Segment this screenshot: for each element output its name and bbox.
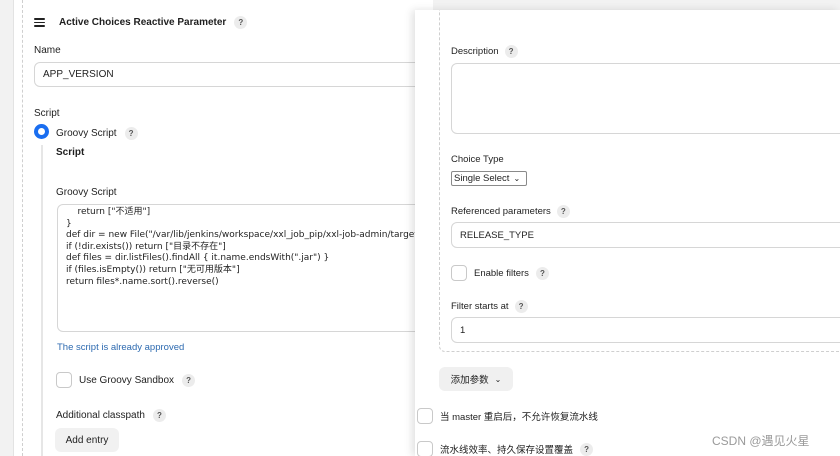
- filter-starts-label-row: Filter starts at?: [451, 300, 528, 313]
- code-line: if (files.isEmpty()) return ["无可用版本"]: [66, 264, 240, 275]
- add-entry-button[interactable]: Add entry: [55, 428, 119, 452]
- name-label: Name: [34, 45, 61, 56]
- add-parameter-button[interactable]: 添加参数 ⌄: [439, 367, 513, 391]
- description-label-row: Description?: [451, 45, 518, 58]
- groovy-script-radio[interactable]: [34, 124, 49, 139]
- enable-filters-checkbox[interactable]: [451, 265, 467, 281]
- classpath-label: Additional classpath: [56, 410, 145, 422]
- script-heading: Script: [56, 147, 85, 158]
- help-icon[interactable]: ?: [504, 45, 518, 58]
- watermark: CSDN @遇见火星: [712, 434, 810, 448]
- parameter-config-panel: Active Choices Reactive Parameter ? Name…: [13, 0, 433, 456]
- script-label: Script: [34, 108, 60, 119]
- help-icon[interactable]: ?: [580, 442, 594, 456]
- pipeline-speed-option: 流水线效率、持久保存设置覆盖 ?: [417, 441, 594, 456]
- help-icon[interactable]: ?: [234, 16, 248, 29]
- parameter-header: Active Choices Reactive Parameter ?: [34, 16, 248, 29]
- code-line: return ["不适用"]: [66, 207, 151, 217]
- filter-starts-label: Filter starts at: [451, 301, 509, 313]
- help-icon[interactable]: ?: [124, 127, 138, 140]
- help-icon[interactable]: ?: [535, 266, 549, 280]
- master-restart-checkbox[interactable]: [417, 408, 433, 424]
- filter-starts-input[interactable]: 1: [451, 317, 840, 343]
- help-icon[interactable]: ?: [182, 373, 196, 387]
- choice-type-value: Single Select: [454, 173, 510, 184]
- code-line: if (!dir.exists()) return ["目录不存在"]: [66, 241, 226, 252]
- classpath-label-row: Additional classpath?: [56, 409, 166, 422]
- master-restart-option: 当 master 重启后，不允许恢复流水线: [417, 408, 598, 424]
- drag-handle-icon[interactable]: [34, 18, 45, 27]
- sandbox-label: Use Groovy Sandbox: [79, 374, 175, 386]
- groovy-script-radio-label: Groovy Script?: [56, 127, 138, 140]
- enable-filters-label: Enable filters: [474, 267, 529, 279]
- name-input[interactable]: APP_VERSION: [34, 62, 433, 87]
- pipeline-speed-label: 流水线效率、持久保存设置覆盖: [440, 445, 574, 456]
- code-line: }: [66, 218, 72, 229]
- script-approved-status: The script is already approved: [57, 342, 185, 353]
- description-textarea[interactable]: [451, 63, 840, 134]
- sandbox-checkbox[interactable]: [56, 372, 72, 388]
- groovy-script-label: Groovy Script: [56, 187, 117, 198]
- code-line: def dir = new File("/var/lib/jenkins/wor…: [66, 230, 426, 241]
- enable-filters-option: Enable filters ?: [451, 265, 549, 281]
- chevron-down-icon: ⌄: [494, 374, 502, 384]
- help-icon[interactable]: ?: [556, 205, 570, 218]
- master-restart-label: 当 master 重启后，不允许恢复流水线: [440, 412, 598, 423]
- choice-type-label: Choice Type: [451, 154, 504, 165]
- referenced-label-row: Referenced parameters?: [451, 205, 570, 218]
- description-label: Description: [451, 46, 499, 58]
- referenced-label: Referenced parameters: [451, 206, 551, 218]
- sandbox-option: Use Groovy Sandbox ?: [56, 372, 196, 388]
- choice-type-select[interactable]: Single Select ⌄: [451, 171, 527, 186]
- add-parameter-label: 添加参数: [450, 375, 489, 386]
- parameter-details-panel: Description? Choice Type Single Select ⌄ …: [415, 10, 840, 456]
- groovy-script-radio-text: Groovy Script: [56, 128, 117, 140]
- pipeline-speed-checkbox[interactable]: [417, 441, 433, 456]
- section-divider: [22, 0, 23, 456]
- help-icon[interactable]: ?: [514, 300, 528, 313]
- referenced-parameters-input[interactable]: RELEASE_TYPE: [451, 222, 840, 248]
- code-line: def files = dir.listFiles().findAll { it…: [66, 253, 330, 264]
- parameter-type-title: Active Choices Reactive Parameter: [59, 17, 227, 28]
- help-icon[interactable]: ?: [152, 409, 166, 422]
- nested-section-line: [41, 145, 43, 456]
- code-line: return files*.name.sort().reverse(): [66, 276, 219, 287]
- chevron-down-icon: ⌄: [513, 174, 521, 183]
- groovy-script-editor[interactable]: return ["不适用"]} def dir = new File("/var/…: [57, 204, 433, 332]
